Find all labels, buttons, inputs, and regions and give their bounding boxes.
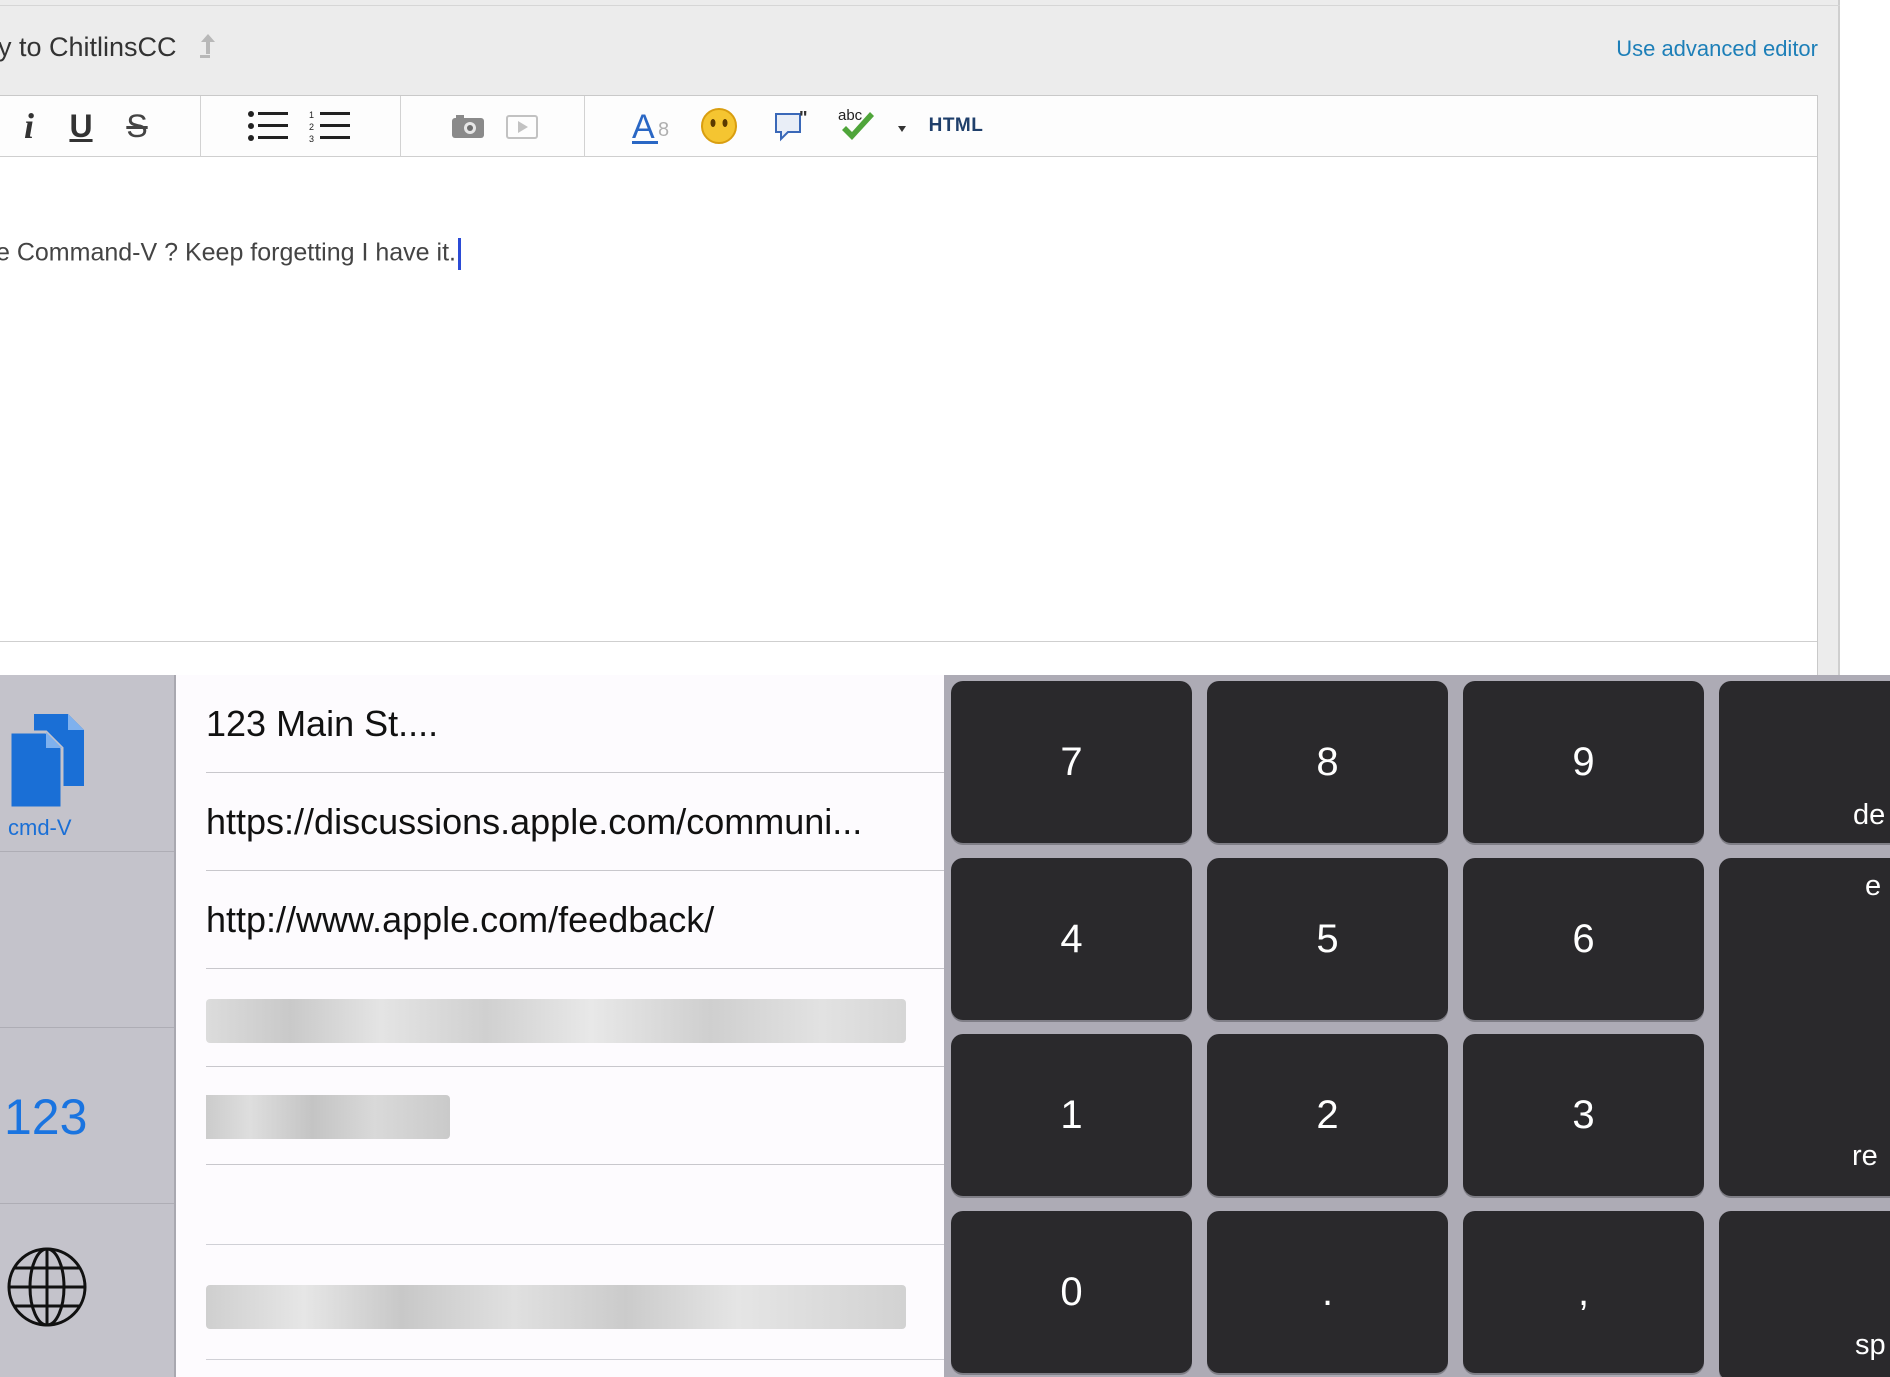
clipboard-item-text: https://discussions.apple.com/communi... [206,800,863,842]
paste-documents-icon [8,714,84,810]
globe-icon [7,1247,87,1327]
clipboard-item[interactable]: http://www.apple.com/feedback/ [206,871,946,969]
svg-text:A: A [632,108,655,146]
key-comma[interactable]: , [1463,1211,1704,1373]
redacted-text [206,999,906,1043]
keyboard-sidebar: cmd-V 123 [0,675,176,1377]
emoji-key-label: e [1865,870,1882,902]
composer: i U S 1 2 3 A 8 " abc HTML e Command-V ?… [0,95,1818,676]
key-4[interactable]: 4 [951,858,1192,1020]
reply-editor: y to ChitlinsCC Use advanced editor i U … [0,0,1840,676]
numbers-mode-label: 123 [4,1089,88,1145]
reply-title: y to ChitlinsCC [0,32,177,62]
key-1[interactable]: 1 [951,1034,1192,1196]
key-3[interactable]: 3 [1463,1034,1704,1196]
space-key[interactable]: sp [1719,1211,1890,1377]
return-key[interactable]: e re [1719,858,1890,1196]
numbers-mode-button[interactable]: 123 [0,1028,174,1204]
key-9[interactable]: 9 [1463,681,1704,843]
key-0[interactable]: 0 [951,1211,1192,1373]
use-advanced-editor-link[interactable]: Use advanced editor [1616,36,1818,62]
redacted-text [206,1285,906,1329]
return-key-label: re [1852,1140,1878,1172]
spellcheck-icon[interactable]: abc [836,104,912,148]
message-text: e Command-V ? Keep forgetting I have it. [0,238,456,267]
cmd-v-label: cmd-V [8,815,72,840]
quote-icon[interactable]: " [770,104,814,148]
jump-to-original-icon[interactable] [196,30,220,60]
spellcheck-label: abc [838,107,863,124]
clipboard-item-text: http://www.apple.com/feedback/ [206,898,715,940]
clipboard-item-empty[interactable] [206,1165,946,1245]
insert-image-icon[interactable] [448,104,488,148]
key-8[interactable]: 8 [1207,681,1448,843]
toolbar-divider [400,96,401,157]
text-caret [457,238,461,270]
message-body-field[interactable]: e Command-V ? Keep forgetting I have it. [0,158,1817,613]
clipboard-item-redacted[interactable] [206,1067,946,1165]
svg-text:3: 3 [309,134,314,143]
clipboard-item-redacted[interactable] [206,1255,946,1360]
delete-key[interactable]: de [1719,681,1890,843]
editor-header: y to ChitlinsCC Use advanced editor [0,6,1840,94]
toolbar-divider [584,96,585,157]
clipboard-item-text: 123 Main St.... [206,702,439,744]
cmd-v-button[interactable]: cmd-V [0,675,174,852]
key-7[interactable]: 7 [951,681,1192,843]
svg-text:1: 1 [309,110,314,120]
html-button[interactable]: HTML [928,104,984,148]
clipboard-item[interactable]: 123 Main St.... [206,675,946,773]
insert-video-icon[interactable] [502,104,542,148]
globe-button[interactable] [0,1204,174,1377]
key-6[interactable]: 6 [1463,858,1704,1020]
number-pad: 7 8 9 4 5 6 1 2 3 0 . , de e re sp [944,675,1890,1377]
svg-text:2: 2 [309,122,314,132]
underline-button[interactable]: U [64,104,98,148]
svg-text:8: 8 [658,119,669,141]
numbered-list-icon[interactable]: 1 2 3 [308,104,352,148]
sidebar-empty-slot [0,852,174,1028]
delete-key-label: de [1853,799,1886,831]
emoticon-icon[interactable] [698,104,740,148]
text-style-icon[interactable]: A 8 [632,104,680,148]
key-2[interactable]: 2 [1207,1034,1448,1196]
bulleted-list-icon[interactable] [246,104,290,148]
space-key-label: sp [1855,1329,1886,1361]
clipboard-list: 123 Main St.... https://discussions.appl… [176,675,946,1377]
strikethrough-button[interactable]: S [120,104,154,148]
toolbar-divider [200,96,201,157]
svg-text:": " [799,108,808,128]
clipboard-item-redacted[interactable] [206,969,946,1067]
key-5[interactable]: 5 [1207,858,1448,1020]
clipboard-keyboard: cmd-V 123 123 Main St.... https://discus… [0,675,1890,1377]
formatting-toolbar: i U S 1 2 3 A 8 " abc HTML [0,96,1817,157]
composer-footer [0,641,1817,676]
italic-button[interactable]: i [14,104,44,148]
key-period[interactable]: . [1207,1211,1448,1373]
clipboard-item[interactable]: https://discussions.apple.com/communi... [206,773,946,871]
redacted-text [206,1095,450,1139]
